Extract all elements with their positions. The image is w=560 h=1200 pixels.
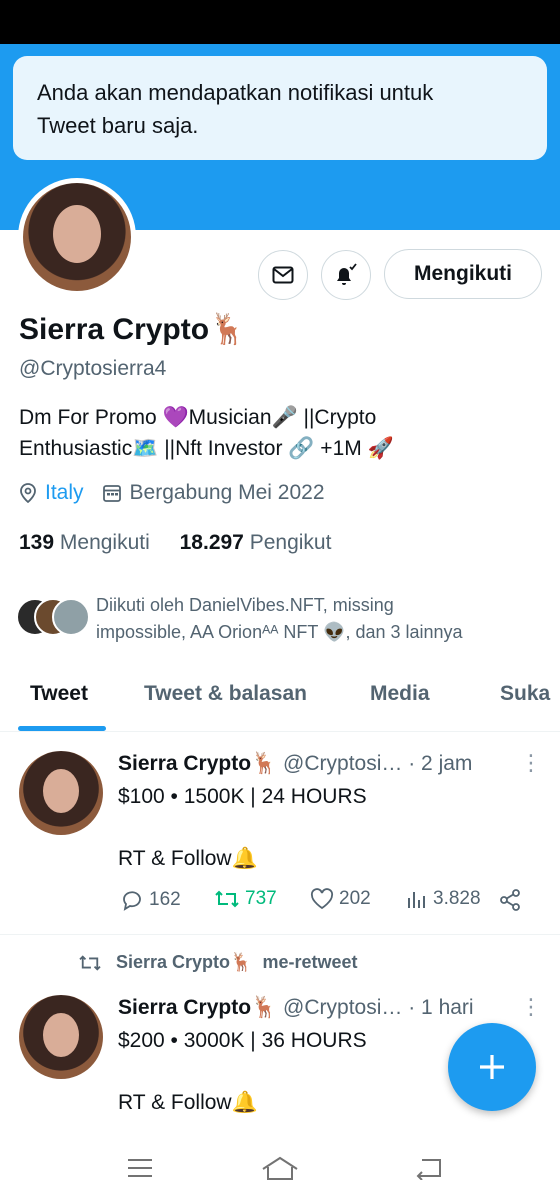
tab-tweet-replies[interactable]: Tweet & balasan [144, 682, 307, 706]
reply-count: 162 [149, 889, 181, 910]
mutual-avatar-3 [52, 598, 90, 636]
following-label: Mengikuti [59, 531, 150, 554]
tweet-avatar[interactable] [19, 995, 103, 1079]
reply-icon [123, 891, 141, 911]
views-count: 3.828 [433, 888, 481, 909]
mutual-followers[interactable]: Diikuti oleh DanielVibes.NFT, missing im… [16, 592, 546, 648]
active-tab-indicator [18, 726, 106, 731]
profile-bio: Dm For Promo 💜Musician🎤 ||Crypto Enthusi… [19, 402, 539, 464]
mail-icon [272, 266, 294, 284]
tweet-text-line-2: RT & Follow🔔 [118, 1091, 258, 1114]
heart-icon [310, 888, 334, 910]
retweet-context-name: Sierra Crypto🦌 [116, 952, 253, 972]
followers-label: Pengikut [249, 531, 332, 554]
back-button[interactable] [408, 1152, 448, 1184]
mutual-line-1: Diikuti oleh DanielVibes.NFT, missing [96, 595, 394, 615]
tweet-divider [0, 934, 560, 935]
like-count: 202 [339, 888, 371, 909]
bell-check-icon [337, 263, 357, 285]
calendar-icon [102, 485, 121, 502]
retweet-icon [79, 954, 101, 971]
tweet-header: Sierra Crypto🦌 @Cryptosi… · 1 hari [118, 996, 474, 1020]
reply-button[interactable]: 162 [120, 888, 181, 912]
plus-icon [480, 1055, 504, 1079]
retweet-button[interactable]: 737 [214, 888, 277, 910]
tweet-author[interactable]: Sierra Crypto [118, 752, 251, 775]
message-button[interactable] [258, 250, 308, 300]
follow-counts: 139 Mengikuti 18.297 Pengikut [19, 531, 331, 555]
tweet-author-emoji: 🦌 [251, 752, 278, 775]
tab-likes[interactable]: Suka [500, 682, 550, 706]
views-icon [408, 892, 425, 908]
retweet-icon [215, 890, 239, 908]
status-bar [0, 0, 560, 44]
tweet-more-button[interactable]: ⋮ [520, 994, 542, 1020]
followers-link[interactable]: 18.297 Pengikut [180, 531, 332, 554]
bio-line-1: Dm For Promo 💜Musician🎤 ||Crypto [19, 406, 377, 429]
share-button[interactable] [498, 888, 522, 912]
profile-name: Sierra Crypto🦌 [19, 312, 246, 347]
toast-line-1: Anda akan mendapatkan notifikasi untuk [37, 80, 434, 105]
profile-meta: Italy Bergabung Mei 2022 [19, 481, 325, 505]
retweet-context-suffix: me-retweet [262, 952, 358, 972]
compose-tweet-button[interactable] [448, 1023, 536, 1111]
tweet-avatar[interactable] [19, 751, 103, 835]
joined-date: Bergabung Mei 2022 [129, 481, 325, 504]
following-count: 139 [19, 531, 55, 554]
retweet-context[interactable]: Sierra Crypto🦌 me-retweet [78, 952, 358, 973]
toast-line-2: Tweet baru saja. [37, 113, 199, 138]
deer-emoji: 🦌 [209, 313, 247, 346]
views-button[interactable]: 3.828 [406, 888, 481, 910]
tweet-actions: 162 737 202 3.828 [118, 888, 528, 918]
following-button[interactable]: Mengikuti [384, 249, 542, 299]
notifications-button[interactable] [321, 250, 371, 300]
tweet-author-emoji: 🦌 [251, 996, 278, 1019]
profile-handle: @Cryptosierra4 [19, 357, 167, 380]
share-icon [500, 889, 520, 911]
home-icon [262, 1156, 298, 1180]
mutual-line-2: impossible, AA Orionᴬᴬ NFT 👽, dan 3 lain… [96, 622, 463, 642]
mutual-text: Diikuti oleh DanielVibes.NFT, missing im… [96, 592, 463, 646]
tab-media[interactable]: Media [370, 682, 430, 706]
tweet-author[interactable]: Sierra Crypto [118, 996, 251, 1019]
tweet-handle: @Cryptosi… [283, 752, 403, 775]
location-link[interactable]: Italy [45, 481, 84, 505]
following-link[interactable]: 139 Mengikuti [19, 531, 150, 554]
tweet-text-line-1: $100 • 1500K | 24 HOURS [118, 785, 367, 808]
location-pin-icon [20, 483, 36, 503]
home-button[interactable] [260, 1152, 300, 1184]
tab-tweet[interactable]: Tweet [30, 682, 88, 706]
profile-name-text: Sierra Crypto [19, 313, 210, 346]
like-button[interactable]: 202 [310, 888, 371, 910]
profile-tabs: Tweet Tweet & balasan Media Suka [0, 666, 560, 732]
tweet-more-button[interactable]: ⋮ [520, 750, 542, 776]
tweet-text-line-1: $200 • 3000K | 36 HOURS [118, 1029, 367, 1052]
system-nav-bar [0, 1136, 560, 1200]
avatar-image [23, 183, 131, 291]
followers-count: 18.297 [179, 531, 244, 554]
tweet-time: · 2 jam [408, 752, 473, 775]
retweet-count: 737 [245, 888, 277, 909]
menu-lines-icon [128, 1159, 152, 1177]
tweet-header: Sierra Crypto🦌 @Cryptosi… · 2 jam [118, 752, 472, 776]
recent-apps-button[interactable] [120, 1152, 160, 1184]
tweet-time: · 1 hari [408, 996, 474, 1019]
profile-avatar[interactable] [18, 178, 136, 296]
tweet-text-line-2: RT & Follow🔔 [118, 847, 258, 870]
back-icon [416, 1159, 441, 1180]
bio-line-2: Enthusiastic🗺️ ||Nft Investor 🔗 +1M 🚀 [19, 437, 394, 460]
notification-toast: Anda akan mendapatkan notifikasi untuk T… [13, 56, 547, 160]
tweet-handle: @Cryptosi… [283, 996, 403, 1019]
